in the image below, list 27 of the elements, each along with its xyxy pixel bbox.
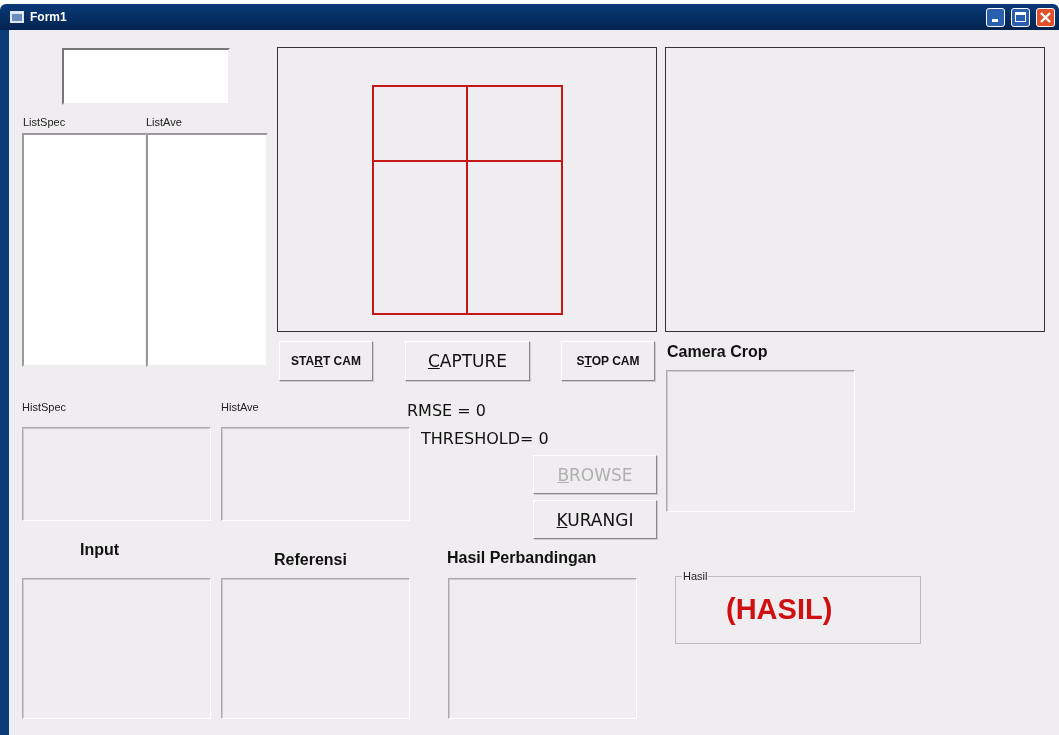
text-field[interactable] <box>62 48 230 105</box>
camera-button[interactable]: START CAM <box>279 341 373 381</box>
window-title: Form1 <box>30 10 68 24</box>
list-box[interactable] <box>146 133 268 367</box>
histogram-label: HistAve <box>221 401 259 413</box>
frame-caption: Hasil <box>682 570 709 582</box>
image-caption: Referensi <box>274 551 347 569</box>
camera-button[interactable]: STOP CAM <box>561 341 655 381</box>
minimize-button[interactable] <box>986 7 1005 27</box>
action-button[interactable]: KURANGI <box>533 500 657 539</box>
list-label: ListAve <box>146 116 182 128</box>
maximize-icon <box>1015 12 1026 22</box>
image-caption: Input <box>80 541 120 559</box>
close-button[interactable] <box>1036 7 1055 27</box>
camera-crop-label: Camera Crop <box>667 343 768 361</box>
threshold-label: THRESHOLD= 0 <box>421 429 549 448</box>
close-icon <box>1040 11 1051 23</box>
window-icon <box>10 11 24 23</box>
minimize-icon <box>991 18 998 22</box>
result-text: (HASIL) <box>726 593 833 626</box>
camera-button[interactable]: CAPTURE <box>405 341 530 381</box>
rmse-label: RMSE = 0 <box>407 401 486 420</box>
image-caption: Hasil Perbandingan <box>447 549 597 567</box>
list-box[interactable] <box>22 133 147 367</box>
list-label: ListSpec <box>23 116 66 128</box>
histogram-label: HistSpec <box>22 401 67 413</box>
maximize-button[interactable] <box>1011 7 1030 27</box>
